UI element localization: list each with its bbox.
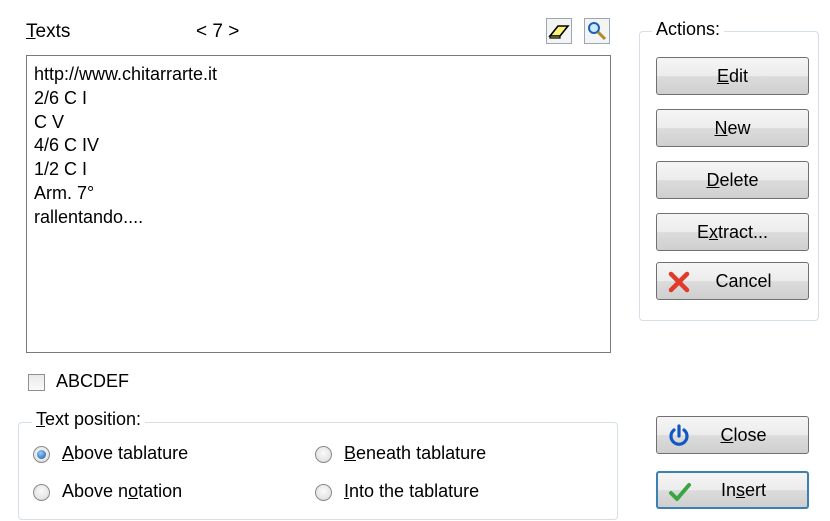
text-position-legend: Text position: (32, 409, 146, 430)
radio-into-tablature[interactable] (315, 484, 332, 501)
red-x-icon (668, 271, 690, 293)
text-counter: < 7 > (196, 21, 240, 42)
abcdef-checkbox[interactable] (28, 374, 45, 391)
edit-button[interactable]: Edit (656, 57, 809, 95)
delete-button[interactable]: Delete (656, 161, 809, 199)
abcdef-label[interactable]: ABCDEF (56, 371, 129, 392)
cancel-button[interactable]: Cancel (656, 262, 809, 300)
text-position-group (18, 422, 618, 520)
list-item[interactable]: C V (34, 111, 603, 135)
list-item[interactable]: http://www.chitarrarte.it (34, 63, 603, 87)
list-item[interactable]: Arm. 7° (34, 182, 603, 206)
green-check-icon (669, 483, 691, 501)
list-item[interactable]: 2/6 C I (34, 87, 603, 111)
close-button[interactable]: Close (656, 416, 809, 454)
magnifier-icon (588, 22, 607, 41)
list-item[interactable]: 1/2 C I (34, 158, 603, 182)
radio-beneath-tablature[interactable] (315, 446, 332, 463)
extract-button[interactable]: Ex tract... (656, 213, 809, 251)
radio-above-notation[interactable] (33, 484, 50, 501)
text-list[interactable]: http://www.chitarrarte.it 2/6 C I C V 4/… (26, 55, 611, 353)
insert-button[interactable]: Insert (656, 471, 809, 509)
radio-into-tablature-label[interactable]: Into the tablature (344, 481, 479, 502)
search-button[interactable] (584, 18, 610, 44)
list-item[interactable]: rallentando.... (34, 206, 603, 230)
eraser-icon (548, 25, 570, 39)
eraser-button[interactable] (546, 18, 572, 44)
actions-legend: Actions: (652, 19, 725, 40)
radio-beneath-tablature-label[interactable]: Beneath tablature (344, 443, 486, 464)
radio-above-notation-label[interactable]: Above notation (62, 481, 182, 502)
new-button[interactable]: New (656, 109, 809, 147)
power-icon (669, 424, 689, 446)
texts-label: Texts (26, 21, 71, 42)
radio-above-tablature-label[interactable]: Above tablature (62, 443, 188, 464)
radio-above-tablature[interactable] (33, 446, 50, 463)
list-item[interactable]: 4/6 C IV (34, 134, 603, 158)
